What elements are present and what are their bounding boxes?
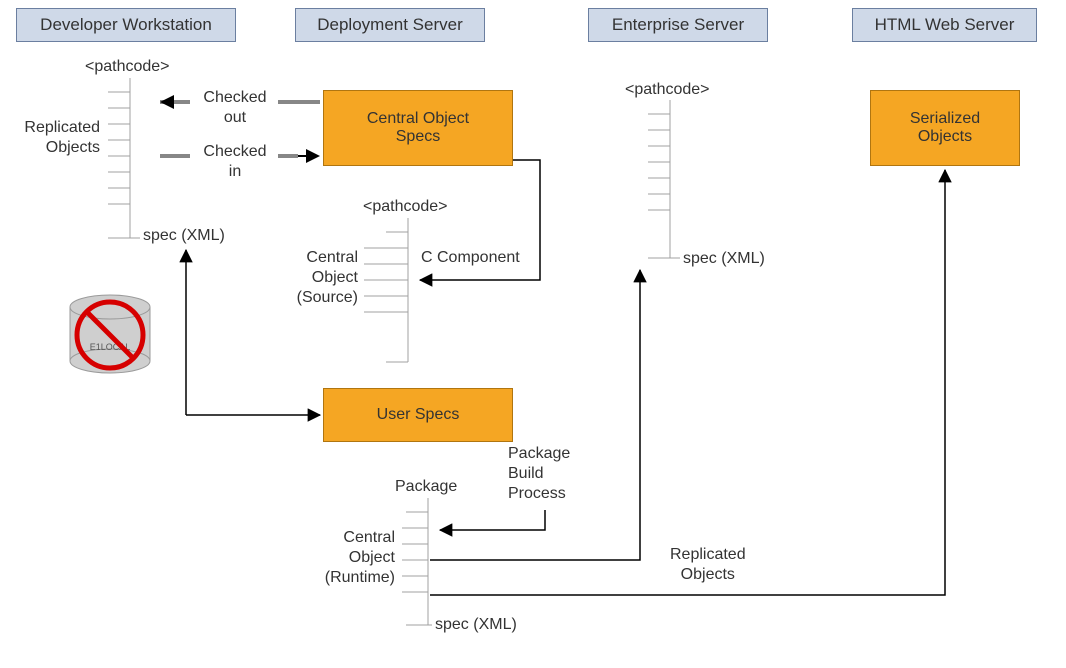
label-central-object-source: Central Object (Source): [290, 248, 358, 308]
header-label: Deployment Server: [317, 15, 463, 35]
box-serialized-objects: Serialized Objects: [870, 90, 1020, 166]
label-pathcode-deploy: <pathcode>: [363, 197, 448, 217]
label-spec-xml-pkg: spec (XML): [435, 615, 517, 635]
box-label: User Specs: [377, 406, 460, 424]
header-enterprise-server: Enterprise Server: [588, 8, 768, 42]
label-package: Package: [395, 477, 457, 497]
tickstack-package: [402, 498, 432, 625]
box-label: Central Object Specs: [367, 110, 469, 146]
label-spec-xml-dev: spec (XML): [143, 226, 225, 246]
label-checked-in: Checked in: [195, 142, 275, 182]
label-spec-xml-ent: spec (XML): [683, 249, 765, 269]
header-label: HTML Web Server: [875, 15, 1015, 35]
box-central-object-specs: Central Object Specs: [323, 90, 513, 166]
label-replicated-objects-left: Replicated Objects: [5, 118, 100, 158]
label-c-component: C Component: [421, 248, 520, 268]
no-circle-icon: [77, 302, 143, 368]
arrow-package-build: [440, 510, 545, 530]
tickstack-dev: [108, 78, 140, 238]
arrowhead-checked-in: [306, 149, 320, 163]
arrow-runtime-to-serialized: [430, 170, 945, 595]
label-pathcode-dev: <pathcode>: [85, 57, 170, 77]
label-replicated-objects-right: Replicated Objects: [670, 545, 746, 585]
diagram-stage: Developer Workstation Deployment Server …: [0, 0, 1066, 668]
db-e1local-icon: [70, 295, 150, 373]
header-deployment-server: Deployment Server: [295, 8, 485, 42]
header-label: Developer Workstation: [40, 15, 212, 35]
box-label: Serialized Objects: [910, 110, 980, 146]
arrowhead-checked-out: [160, 95, 174, 109]
tickstack-ent: [648, 100, 680, 258]
label-checked-out: Checked out: [195, 88, 275, 128]
box-user-specs: User Specs: [323, 388, 513, 442]
db-label: E1LOCAL: [90, 342, 131, 352]
label-central-object-runtime: Central Object (Runtime): [315, 528, 395, 588]
header-html-web-server: HTML Web Server: [852, 8, 1037, 42]
label-pathcode-ent: <pathcode>: [625, 80, 710, 100]
tickstack-deploy-source: [364, 218, 408, 362]
header-label: Enterprise Server: [612, 15, 744, 35]
header-dev-workstation: Developer Workstation: [16, 8, 236, 42]
label-package-build-process: Package Build Process: [508, 444, 570, 504]
